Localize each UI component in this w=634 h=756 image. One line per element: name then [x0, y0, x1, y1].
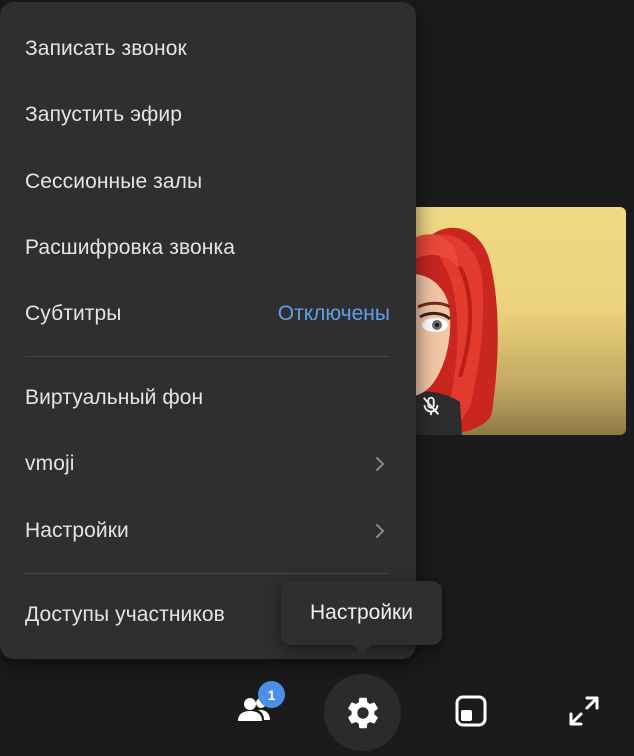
participant-video-tile[interactable]: [400, 207, 626, 435]
menu-item-label: vmoji: [25, 452, 75, 475]
expand-icon: [569, 696, 599, 726]
menu-item-label: Настройки: [25, 519, 129, 542]
chevron-right-icon: [376, 457, 384, 471]
menu-item-label: Запустить эфир: [25, 103, 183, 126]
mic-off-icon: [422, 396, 440, 416]
menu-item-label: Записать звонок: [25, 37, 187, 60]
fullscreen-button[interactable]: [556, 683, 612, 739]
call-screen: Записать звонок Запустить эфир Сессионны…: [0, 0, 634, 756]
menu-divider: [25, 573, 389, 574]
call-options-menu: Записать звонок Запустить эфир Сессионны…: [0, 2, 416, 659]
menu-item-start-broadcast[interactable]: Запустить эфир: [0, 84, 416, 146]
menu-item-subtitles[interactable]: Субтитры Отключены: [0, 283, 416, 345]
menu-divider: [25, 356, 389, 357]
menu-item-call-transcription[interactable]: Расшифровка звонка: [0, 217, 416, 279]
menu-item-label: Виртуальный фон: [25, 386, 204, 409]
tooltip-label: Настройки: [310, 601, 413, 624]
settings-tooltip: Настройки: [281, 581, 442, 654]
chevron-right-icon: [376, 524, 384, 538]
participants-count-badge: 1: [258, 681, 285, 708]
menu-item-label: Расшифровка звонка: [25, 236, 235, 259]
menu-item-breakout-rooms[interactable]: Сессионные залы: [0, 151, 416, 213]
menu-item-record-call[interactable]: Записать звонок: [0, 18, 416, 80]
menu-item-settings[interactable]: Настройки: [0, 500, 416, 562]
settings-button[interactable]: [324, 674, 401, 751]
tooltip-arrow: [352, 644, 372, 654]
gear-icon: [347, 697, 378, 728]
layout-icon: [455, 695, 487, 727]
subtitles-status: Отключены: [277, 302, 390, 325]
menu-item-virtual-background[interactable]: Виртуальный фон: [0, 367, 416, 429]
menu-item-label: Субтитры: [25, 302, 122, 325]
menu-item-vmoji[interactable]: vmoji: [0, 433, 416, 495]
menu-item-label: Сессионные залы: [25, 170, 203, 193]
layout-button[interactable]: [443, 683, 499, 739]
